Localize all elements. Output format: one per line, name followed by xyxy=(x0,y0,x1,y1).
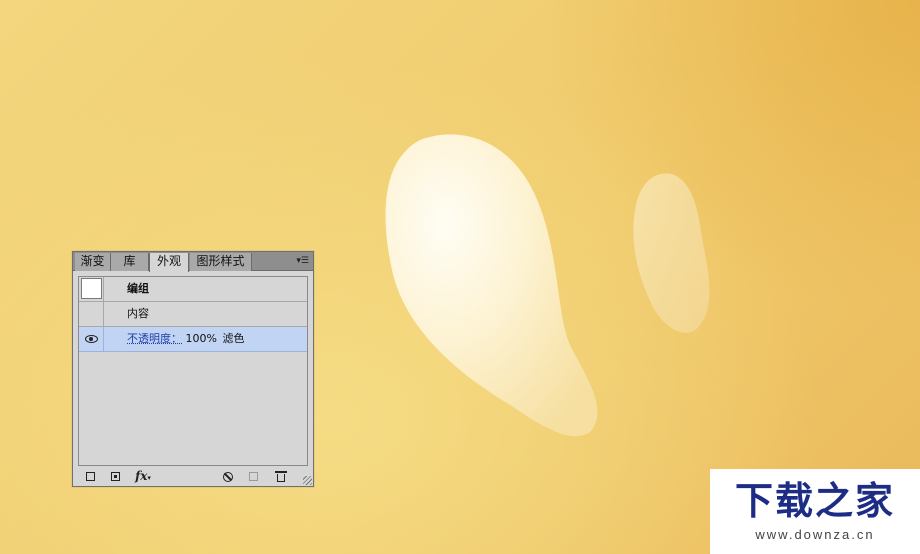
appearance-list: 编组 内容 不透明度： 100% 滤色 xyxy=(78,276,308,466)
opacity-colon: ： xyxy=(171,332,182,345)
row-gutter xyxy=(79,302,104,326)
opacity-name[interactable]: 不透明度 xyxy=(127,332,171,345)
droplet-shape-large[interactable] xyxy=(385,134,598,437)
row-gutter xyxy=(79,277,104,301)
tab-appearance[interactable]: 外观 xyxy=(149,253,189,272)
opacity-label: 不透明度： 100% 滤色 xyxy=(127,327,244,351)
add-new-stroke-icon[interactable] xyxy=(86,472,95,481)
opacity-link[interactable]: 不透明度： xyxy=(127,332,182,345)
watermark-url: www.downza.cn xyxy=(755,527,875,542)
panel-toolbar: fx▾ xyxy=(73,466,313,486)
appearance-row-opacity[interactable]: 不透明度： 100% 滤色 xyxy=(79,327,307,352)
panel-menu-icon[interactable]: ▾☰ xyxy=(295,256,309,266)
panel-tab-bar: 渐变 库 外观 图形样式 ▾☰ xyxy=(73,252,313,272)
add-new-fill-icon[interactable] xyxy=(111,472,120,481)
clear-appearance-icon[interactable] xyxy=(223,472,233,482)
eye-visibility-icon[interactable] xyxy=(85,335,98,343)
watermark-title: 下载之家 xyxy=(734,479,895,523)
delete-item-icon[interactable] xyxy=(275,471,287,482)
fx-dropdown-icon: ▾ xyxy=(147,473,151,482)
tab-gradient[interactable]: 渐变 xyxy=(75,253,111,271)
droplet-shape-small[interactable] xyxy=(633,173,710,333)
contents-label[interactable]: 内容 xyxy=(127,302,149,326)
appearance-row-group[interactable]: 编组 xyxy=(79,277,307,302)
tab-libraries[interactable]: 库 xyxy=(111,253,149,271)
duplicate-item-icon xyxy=(249,472,258,481)
add-new-effect-icon[interactable]: fx▾ xyxy=(133,470,153,482)
appearance-row-contents[interactable]: 内容 xyxy=(79,302,307,327)
group-label: 编组 xyxy=(127,282,149,295)
row-gutter xyxy=(79,327,104,351)
group-thumbnail xyxy=(81,278,102,299)
fx-label: fx xyxy=(135,469,148,483)
opacity-value: 100% xyxy=(185,332,217,345)
appearance-panel: 渐变 库 外观 图形样式 ▾☰ 编组 内容 不透明度： 100% 滤色 fx▾ xyxy=(72,251,314,487)
watermark: 下载之家 www.downza.cn xyxy=(710,469,920,554)
blend-mode: 滤色 xyxy=(222,332,245,345)
tab-graphic-styles[interactable]: 图形样式 xyxy=(190,253,252,271)
resize-grip-icon[interactable] xyxy=(303,476,312,485)
